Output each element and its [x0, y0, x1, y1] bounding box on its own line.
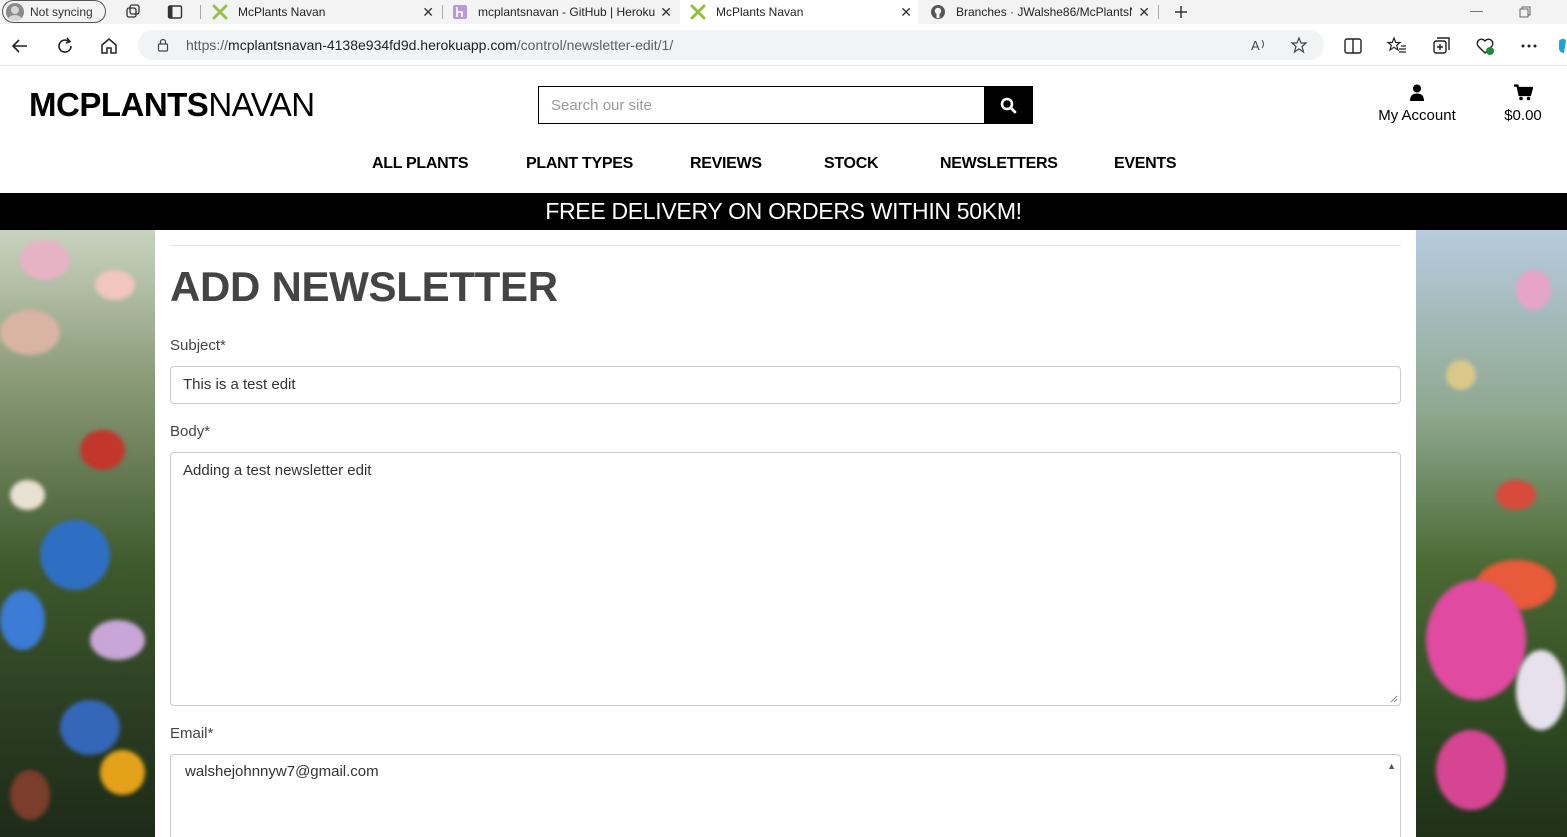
tab-close-icon[interactable]: ✕ — [900, 4, 912, 21]
user-icon — [1410, 84, 1424, 101]
background-flowers-right — [1416, 230, 1567, 837]
url-text: https://mcplantsnavan-4138e934fd9d.herok… — [186, 37, 673, 53]
shopping-cart-icon — [1513, 84, 1533, 101]
back-icon[interactable] — [9, 35, 31, 57]
search-button[interactable] — [984, 86, 1033, 124]
email-select[interactable]: walshejohnnyw7@gmail.com ▲ — [170, 754, 1401, 837]
resize-handle-icon[interactable] — [1390, 695, 1398, 703]
subject-label: Subject* — [170, 337, 226, 354]
restore-icon[interactable] — [1516, 3, 1534, 21]
url-host: mcplantsnavan-4138e934fd9d.herokuapp.com — [228, 37, 517, 53]
tab-title: McPlants Navan — [716, 5, 804, 19]
browser-essentials-icon[interactable] — [1474, 35, 1496, 57]
page-title: ADD NEWSLETTER — [170, 263, 558, 310]
email-label: Email* — [170, 725, 214, 742]
scroll-up-icon[interactable]: ▲ — [1387, 761, 1396, 771]
new-tab-icon[interactable] — [1172, 3, 1190, 21]
reload-icon[interactable] — [54, 35, 76, 57]
background-flowers-left — [0, 230, 155, 837]
site-logo[interactable]: MCPLANTSNAVAN — [29, 86, 315, 124]
tab-separator — [1158, 5, 1159, 19]
tab-title: McPlants Navan — [238, 5, 326, 19]
vertical-tabs-icon[interactable] — [166, 3, 184, 21]
tab-separator — [200, 5, 201, 19]
nav-newsletters[interactable]: NEWSLETTERS — [940, 155, 1058, 173]
browser-tab-bar: Not syncing McPlants Navan ✕ mcplantsnav… — [0, 0, 1567, 24]
collections-icon[interactable] — [1430, 35, 1452, 57]
logo-light-text: NAVAN — [208, 86, 315, 123]
copilot-icon[interactable] — [1556, 35, 1567, 57]
browser-address-bar: https://mcplantsnavan-4138e934fd9d.herok… — [0, 24, 1567, 66]
divider — [170, 245, 1401, 246]
email-option[interactable]: walshejohnnyw7@gmail.com — [185, 763, 379, 780]
cart-link[interactable]: $0.00 — [1498, 84, 1548, 124]
github-favicon-icon — [930, 4, 946, 20]
home-icon[interactable] — [98, 35, 120, 57]
tab-title: Branches · JWalshe86/McPlantsN — [956, 5, 1132, 19]
read-aloud-icon[interactable]: A — [1250, 36, 1268, 54]
my-account-label: My Account — [1378, 107, 1456, 124]
tab-close-icon[interactable]: ✕ — [660, 4, 672, 21]
svg-text:A: A — [1251, 38, 1260, 53]
favorite-star-icon[interactable] — [1290, 36, 1308, 54]
favorites-icon[interactable] — [1386, 35, 1408, 57]
body-textarea[interactable]: Adding a test newsletter edit — [170, 452, 1401, 706]
tab-mcplants-active[interactable]: McPlants Navan ✕ — [680, 0, 918, 24]
plant-favicon-icon — [690, 4, 706, 20]
profile-button[interactable]: Not syncing — [2, 0, 106, 23]
url-scheme: https:// — [186, 37, 229, 53]
tab-github-branches[interactable]: Branches · JWalshe86/McPlantsN ✕ — [930, 0, 1156, 24]
url-field[interactable]: https://mcplantsnavan-4138e934fd9d.herok… — [138, 30, 1324, 60]
delivery-banner: FREE DELIVERY ON ORDERS WITHIN 50KM! — [0, 193, 1567, 230]
tab-close-icon[interactable]: ✕ — [422, 4, 434, 21]
subject-input[interactable]: This is a test edit — [170, 366, 1401, 404]
main-navigation: ALL PLANTS PLANT TYPES REVIEWS STOCK NEW… — [0, 155, 1567, 177]
search-input[interactable] — [538, 86, 984, 124]
cart-total: $0.00 — [1504, 107, 1542, 124]
nav-events[interactable]: EVENTS — [1114, 155, 1177, 173]
profile-sync-status: Not syncing — [30, 4, 93, 19]
profile-avatar-icon — [6, 2, 24, 21]
tab-heroku[interactable]: mcplantsnavan - GitHub | Heroku ✕ — [452, 0, 678, 24]
plant-favicon-icon — [212, 4, 228, 20]
minimize-icon[interactable]: — — [1470, 3, 1483, 18]
url-path: /control/newsletter-edit/1/ — [516, 37, 674, 53]
workspaces-icon[interactable] — [124, 3, 142, 21]
more-icon[interactable] — [1518, 35, 1540, 57]
nav-reviews[interactable]: REVIEWS — [690, 155, 762, 173]
my-account-link[interactable]: My Account — [1370, 84, 1464, 124]
tab-title: mcplantsnavan - GitHub | Heroku — [478, 5, 656, 19]
logo-bold-text: MCPLANTS — [29, 86, 209, 123]
lock-icon[interactable] — [156, 38, 170, 52]
tab-mcplants-1[interactable]: McPlants Navan ✕ — [212, 0, 440, 24]
nav-all-plants[interactable]: ALL PLANTS — [372, 155, 469, 173]
newsletter-form-panel: ADD NEWSLETTER Subject* This is a test e… — [155, 230, 1416, 837]
split-screen-icon[interactable] — [1342, 35, 1364, 57]
heroku-favicon-icon — [452, 4, 468, 20]
tab-close-icon[interactable]: ✕ — [1138, 4, 1150, 21]
nav-stock[interactable]: STOCK — [824, 155, 879, 173]
body-label: Body* — [170, 423, 211, 440]
tab-separator — [442, 5, 443, 19]
body-text: Adding a test newsletter edit — [183, 462, 372, 479]
nav-plant-types[interactable]: PLANT TYPES — [526, 155, 633, 173]
search-icon — [1000, 97, 1017, 113]
